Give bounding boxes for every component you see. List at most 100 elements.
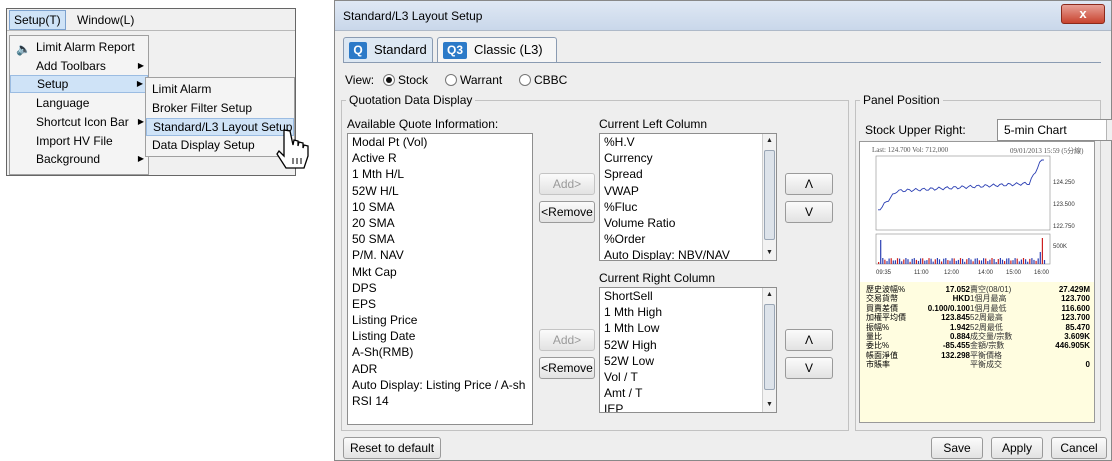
radio-warrant[interactable]: Warrant: [445, 71, 502, 89]
menu-item-shortcut-icon-bar[interactable]: Shortcut Icon Bar ▶: [10, 113, 148, 131]
scroll-thumb[interactable]: [764, 150, 775, 240]
volume-bar: [1041, 238, 1043, 264]
list-item[interactable]: Mkt Cap: [348, 264, 532, 280]
scroll-up-icon[interactable]: ▲: [763, 134, 776, 148]
volume-bar: [943, 258, 945, 264]
menubar-setup[interactable]: Setup(T): [9, 10, 66, 30]
list-item[interactable]: 20 SMA: [348, 215, 532, 231]
menu-item-layout-setup[interactable]: Standard/L3 Layout Setup: [146, 118, 294, 136]
list-item[interactable]: 50 SMA: [348, 231, 532, 247]
list-item[interactable]: EPS: [348, 296, 532, 312]
remove-left-button[interactable]: <Remove: [539, 201, 595, 223]
volume-bar: [896, 258, 899, 264]
right-column-list[interactable]: ShortSell 1 Mth High 1 Mth Low 52W High 52W …: [599, 287, 777, 413]
scroll-up-icon[interactable]: ▲: [763, 288, 776, 302]
list-item[interactable]: 1 Mth Low: [600, 320, 776, 336]
left-column-list[interactable]: %H.V Currency Spread VWAP %Fluc Volume Ratio%…: [599, 133, 777, 261]
add-left-button[interactable]: Add>: [539, 173, 595, 195]
menu-item-limit-alarm[interactable]: Limit Alarm: [146, 80, 294, 98]
right-move-down-button[interactable]: V: [785, 357, 833, 379]
menubar-window[interactable]: Window(L): [73, 10, 138, 30]
menu-item-language[interactable]: Language: [10, 94, 148, 112]
volume-bar: [1008, 258, 1010, 264]
scroll-down-icon[interactable]: ▼: [763, 398, 776, 412]
list-item[interactable]: Vol / T: [600, 369, 776, 385]
list-item[interactable]: 52W High: [600, 337, 776, 353]
stats-row: 帳面淨值 132.298 平衡價格: [866, 351, 1092, 360]
right-move-up-button[interactable]: Λ: [785, 329, 833, 351]
menu-item-add-toolbars[interactable]: Add Toolbars ▶: [10, 57, 148, 75]
tab-standard[interactable]: Q Standard: [343, 37, 433, 63]
list-item[interactable]: Spread: [600, 166, 776, 182]
right-list-scrollbar[interactable]: ▲ ▼: [762, 288, 776, 412]
list-item[interactable]: Listing Price: [348, 312, 532, 328]
group-legend: Panel Position: [863, 93, 940, 107]
volume-bar: [951, 258, 953, 264]
menu-item-broker-filter-setup[interactable]: Broker Filter Setup: [146, 99, 294, 117]
radio-stock[interactable]: Stock: [383, 71, 428, 89]
list-item[interactable]: 52W H/L: [348, 183, 532, 199]
volume-bar: [1018, 261, 1020, 264]
save-button[interactable]: Save: [931, 437, 983, 459]
radio-label: CBBC: [534, 73, 568, 87]
hand-cursor-icon: [276, 129, 309, 169]
left-move-down-button[interactable]: V: [785, 201, 833, 223]
stats-cell: -85.455: [942, 341, 970, 351]
left-list-scrollbar[interactable]: ▲ ▼: [762, 134, 776, 260]
volume-bar: [905, 258, 907, 264]
volume-bar: [915, 259, 917, 264]
menu-item-limit-alarm-report[interactable]: 🔈 Limit Alarm Report: [10, 38, 148, 56]
list-item[interactable]: Active R: [348, 150, 532, 166]
volume-bar: [968, 258, 970, 264]
volume-bar: [999, 258, 1001, 264]
list-item[interactable]: VWAP: [600, 183, 776, 199]
available-list[interactable]: Modal Pt (Vol) Active R1 Mth H/L 52W H/L 10…: [347, 133, 533, 425]
speaker-icon: 🔈: [16, 42, 31, 56]
list-item[interactable]: 52W Low: [600, 353, 776, 369]
menu-item-label: Shortcut Icon Bar: [36, 115, 129, 129]
list-item[interactable]: A-Sh(RMB): [348, 344, 532, 360]
list-item[interactable]: %Order: [600, 231, 776, 247]
application-menu: Setup(T) Window(L) 🔈 Limit Alarm Report …: [6, 8, 296, 176]
submenu-arrow-icon: ▶: [136, 79, 143, 88]
chevron-down-icon[interactable]: ▼: [1106, 120, 1112, 140]
list-item[interactable]: 1 Mth High: [600, 304, 776, 320]
menu-item-background[interactable]: Background ▶: [10, 150, 148, 168]
list-item[interactable]: Amt / T: [600, 385, 776, 401]
list-item[interactable]: %H.V: [600, 134, 776, 150]
reset-to-default-button[interactable]: Reset to default: [343, 437, 441, 459]
radio-cbbc[interactable]: CBBC: [519, 71, 567, 89]
list-item[interactable]: Auto Display: NBV/NAV: [600, 247, 776, 260]
add-right-button[interactable]: Add>: [539, 329, 595, 351]
list-item[interactable]: RSI 14: [348, 393, 532, 409]
q3-icon: Q3: [443, 42, 467, 59]
apply-button[interactable]: Apply: [991, 437, 1043, 459]
menu-item-import-hv-file[interactable]: Import HV File: [10, 132, 148, 150]
list-item[interactable]: Modal Pt (Vol): [348, 134, 532, 150]
volume-bar: [938, 259, 941, 264]
list-item[interactable]: Listing Date: [348, 328, 532, 344]
list-item[interactable]: ShortSell: [600, 288, 776, 304]
scroll-thumb[interactable]: [764, 304, 775, 390]
tab-classic-l3[interactable]: Q3 Classic (L3): [437, 37, 557, 63]
list-item[interactable]: 10 SMA: [348, 199, 532, 215]
list-item[interactable]: Currency: [600, 150, 776, 166]
list-item[interactable]: IEP: [600, 401, 776, 412]
remove-right-button[interactable]: <Remove: [539, 357, 595, 379]
list-item[interactable]: DPS: [348, 280, 532, 296]
list-item[interactable]: Auto Display: Listing Price / A-sh: [348, 377, 532, 393]
list-item[interactable]: 1 Mth H/L: [348, 166, 532, 182]
list-item[interactable]: Volume Ratio: [600, 215, 776, 231]
volume-bar: [997, 259, 999, 264]
menu-item-data-display-setup[interactable]: Data Display Setup: [146, 136, 294, 154]
close-button[interactable]: x: [1061, 4, 1105, 24]
left-move-up-button[interactable]: Λ: [785, 173, 833, 195]
list-item[interactable]: P/M. NAV: [348, 247, 532, 263]
scroll-down-icon[interactable]: ▼: [763, 246, 776, 260]
stats-cell: 買賣差價: [866, 303, 898, 313]
list-item[interactable]: ADR: [348, 361, 532, 377]
cancel-button[interactable]: Cancel: [1051, 437, 1107, 459]
chart-type-select[interactable]: 5-min Chart ▼: [997, 119, 1112, 141]
menu-item-setup[interactable]: Setup ▶: [10, 75, 148, 93]
list-item[interactable]: %Fluc: [600, 199, 776, 215]
